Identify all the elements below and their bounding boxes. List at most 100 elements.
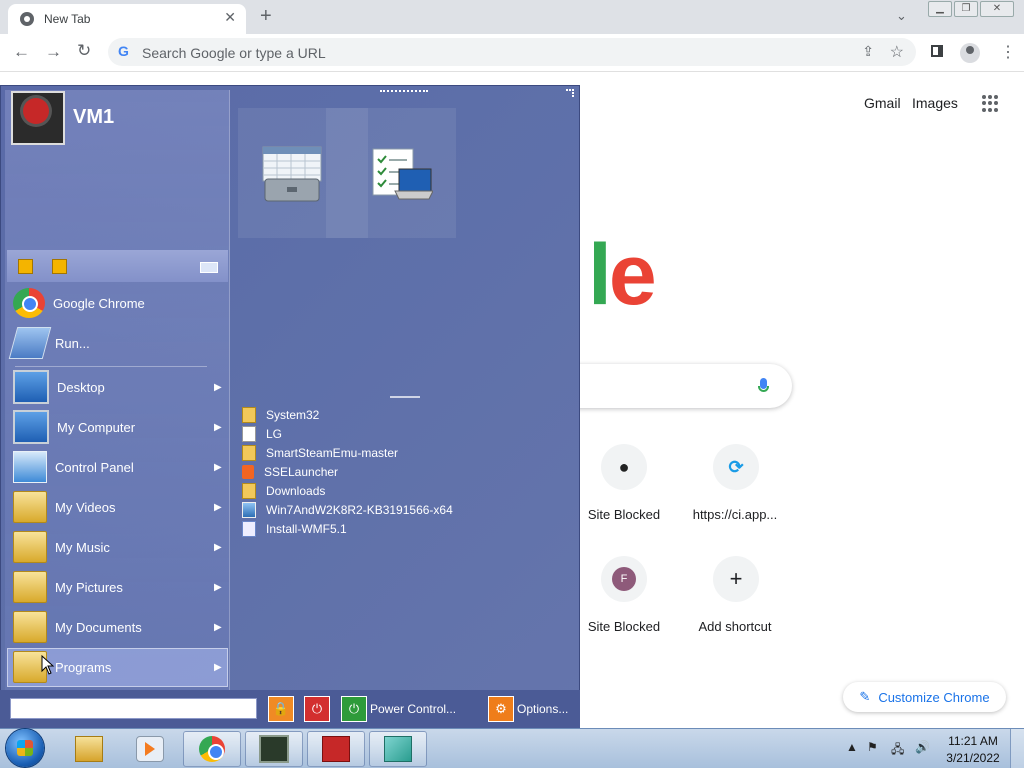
recent-item[interactable]: Install-WMF5.1	[242, 519, 347, 538]
power-control-button[interactable]: Power Control...	[370, 702, 456, 716]
network-icon[interactable]: 🖧	[891, 740, 904, 761]
tab-search-icon[interactable]: ⌄	[896, 8, 907, 24]
shutdown-icon[interactable]: ⏻	[304, 696, 330, 722]
omnibox[interactable]: G Search Google or type a URL ⇪ ☆	[108, 38, 916, 66]
forward-icon[interactable]: →	[45, 42, 62, 62]
ci-app-icon[interactable]: ⟳	[713, 444, 759, 490]
show-desktop-button[interactable]	[1010, 729, 1024, 768]
script-icon	[242, 520, 256, 537]
tray-expand-icon[interactable]: ▲	[846, 740, 858, 754]
omnibox-placeholder: Search Google or type a URL	[142, 45, 326, 61]
recent-item[interactable]: Downloads	[242, 481, 325, 500]
new-tab-button[interactable]: +	[260, 5, 272, 28]
toolbox-table-icon[interactable]	[261, 145, 323, 203]
user-avatar[interactable]	[11, 91, 65, 145]
menu-item-label: Run...	[55, 335, 90, 351]
menu-item-desktop[interactable]: Desktop ▶	[7, 368, 228, 406]
submenu-arrow-icon: ▶	[214, 501, 222, 513]
clock-time[interactable]: 11:21 AM	[946, 734, 1000, 748]
recent-item-label: Install-WMF5.1	[266, 521, 347, 536]
recent-item[interactable]: SmartSteamEmu-master	[242, 443, 398, 462]
menu-item-my-computer[interactable]: My Computer ▶	[7, 408, 228, 446]
google-apps-icon[interactable]	[982, 95, 999, 112]
resize-grip-icon[interactable]	[566, 89, 574, 97]
submenu-arrow-icon: ▶	[214, 581, 222, 593]
tab-new-tab[interactable]: New Tab ✕	[8, 4, 246, 34]
shortcut-label[interactable]: Site Blocked	[564, 619, 684, 634]
menu-item-my-pictures[interactable]: My Pictures ▶	[7, 568, 228, 606]
microphone-icon[interactable]	[758, 378, 769, 392]
desktop-icon	[13, 370, 49, 404]
menu-item-my-documents[interactable]: My Documents ▶	[7, 608, 228, 646]
minimize-button[interactable]: ▁	[928, 1, 952, 17]
side-panel-icon[interactable]	[931, 45, 943, 57]
reload-icon[interactable]: ↻	[77, 41, 91, 61]
gmail-link[interactable]: Gmail	[864, 95, 901, 111]
action-center-icon[interactable]: ⚑	[867, 740, 878, 754]
menu-item-label: My Documents	[55, 619, 142, 635]
pin-add-icon[interactable]	[18, 259, 33, 274]
taskbar-media-player[interactable]	[121, 731, 179, 767]
recent-item[interactable]: Win7AndW2K8R2-KB3191566-x64	[242, 500, 453, 519]
back-icon[interactable]: ←	[13, 42, 30, 62]
power-control-icon[interactable]: ⏻	[341, 696, 367, 722]
taskbar-explorer[interactable]	[60, 731, 118, 767]
lock-icon[interactable]: 🔒	[268, 696, 294, 722]
customize-chrome-button[interactable]: ✎ Customize Chrome	[843, 682, 1006, 712]
recent-item-label: SSELauncher	[264, 464, 339, 479]
resize-handle-icon[interactable]	[380, 90, 428, 95]
share-icon[interactable]: ⇪	[862, 43, 874, 60]
options-gear-icon[interactable]: ⚙	[488, 696, 514, 722]
cube-app-icon	[384, 736, 412, 762]
options-button[interactable]: Options...	[517, 702, 568, 716]
menu-item-control-panel[interactable]: Control Panel ▶	[7, 448, 228, 486]
recent-item-label: LG	[266, 426, 283, 441]
clock-date[interactable]: 3/21/2022	[946, 751, 1000, 765]
menu-item-my-videos[interactable]: My Videos ▶	[7, 488, 228, 526]
taskbar-cube-app[interactable]	[369, 731, 427, 767]
images-link[interactable]: Images	[912, 95, 958, 111]
pin-remove-icon[interactable]	[52, 259, 67, 274]
add-shortcut-label[interactable]: Add shortcut	[675, 619, 795, 634]
tab-title: New Tab	[44, 12, 91, 26]
shortcut-letter-icon[interactable]: F	[601, 556, 647, 602]
bookmark-star-icon[interactable]: ☆	[890, 42, 904, 62]
recent-item[interactable]: LG	[242, 424, 282, 443]
menu-item-google-chrome[interactable]: Google Chrome	[7, 284, 228, 322]
tab-close-icon[interactable]: ✕	[224, 9, 236, 26]
taskbar-chrome[interactable]	[183, 731, 241, 767]
close-window-button[interactable]: ✕	[980, 1, 1014, 17]
start-search-input[interactable]	[10, 698, 257, 719]
chrome-tab-favicon-icon	[20, 12, 34, 26]
restore-button[interactable]: ❐	[954, 1, 978, 17]
shortcut-label[interactable]: https://ci.app...	[675, 507, 795, 522]
recent-item[interactable]: System32	[242, 405, 319, 424]
recent-item[interactable]: SSELauncher	[242, 462, 338, 481]
menu-item-run[interactable]: Run...	[7, 324, 228, 362]
google-logo: le	[588, 227, 657, 323]
start-orb-icon[interactable]	[6, 729, 44, 767]
music-folder-icon	[13, 531, 47, 563]
pin-view-icon[interactable]	[200, 262, 218, 273]
customize-chrome-label: Customize Chrome	[878, 689, 990, 705]
menu-item-my-music[interactable]: My Music ▶	[7, 528, 228, 566]
recent-separator	[390, 396, 420, 398]
documents-folder-icon	[13, 611, 47, 643]
chrome-icon	[199, 736, 225, 762]
pictures-folder-icon	[13, 571, 47, 603]
profile-avatar-icon[interactable]	[960, 43, 980, 63]
menu-kebab-icon[interactable]: ⋮	[1000, 42, 1016, 62]
shortcut-label[interactable]: Site Blocked	[564, 507, 684, 522]
recent-item-label: SmartSteamEmu-master	[266, 445, 399, 460]
run-icon	[8, 327, 52, 359]
menu-item-label: My Computer	[57, 419, 136, 435]
checklist-laptop-icon[interactable]	[371, 145, 433, 203]
volume-icon[interactable]: 🔊	[915, 740, 930, 754]
submenu-arrow-icon: ▶	[214, 461, 222, 473]
submenu-arrow-icon: ▶	[214, 381, 222, 393]
github-icon[interactable]: ●	[601, 444, 647, 490]
explorer-folder-icon	[75, 736, 103, 762]
taskbar-tool[interactable]	[307, 731, 365, 767]
add-shortcut-icon[interactable]: +	[713, 556, 759, 602]
taskbar-terminal[interactable]	[245, 731, 303, 767]
